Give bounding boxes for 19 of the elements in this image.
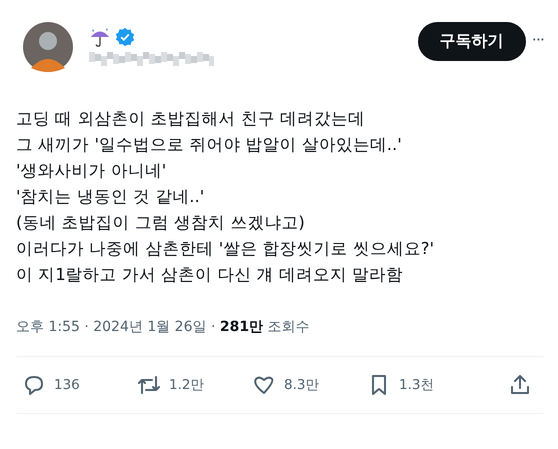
more-button[interactable]: ···: [532, 30, 544, 49]
tweet-text-line: 그 새끼가 '일수법으로 쥐어야 밥알이 살아있는데..': [16, 134, 403, 156]
umbrella-icon: [89, 26, 111, 48]
tweet-text-line: 고딩 때 외삼촌이 초밥집해서 친구 데려갔는데: [16, 108, 366, 130]
action-count: 1.2만: [169, 376, 204, 394]
tweet-text-line: (동네 초밥집이 그럼 생참치 쓰겠냐고): [16, 212, 306, 234]
subscribe-button[interactable]: 구독하기: [418, 22, 526, 61]
share-icon[interactable]: [508, 373, 532, 397]
action-count: 136: [54, 377, 80, 393]
timestamp-views: 오후 1:55 · 2024년 1월 26일 · 281만 조회수: [16, 318, 311, 336]
action-count: 1.3천: [399, 376, 434, 394]
tweet-text-line: 이 지1랄하고 가서 삼촌이 다신 걔 데려오지 말라함: [16, 264, 404, 286]
tweet-text-line: 이러다가 나중에 삼촌한테 '쌀은 합장씻기로 씻으세요?': [16, 238, 436, 260]
tweet-text-line: '참치는 냉동인 것 같네..': [16, 186, 206, 208]
action-count: 8.3만: [284, 376, 320, 394]
avatar[interactable]: [23, 22, 73, 72]
repost-icon[interactable]: [137, 373, 161, 397]
speech-bubble-icon[interactable]: [22, 373, 46, 397]
tweet-text-line: '생와사비가 아니네': [16, 160, 168, 182]
